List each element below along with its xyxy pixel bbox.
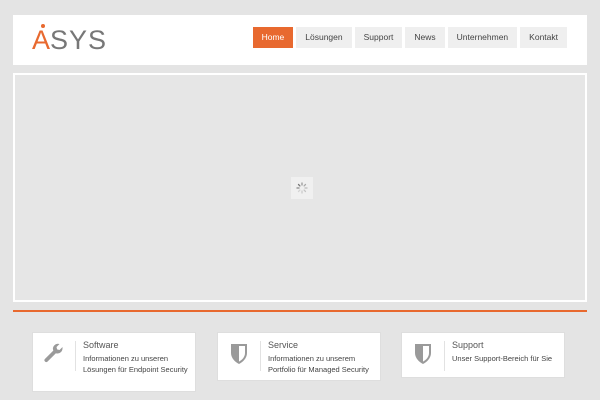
- feature-title: Support: [452, 340, 484, 350]
- main-nav: Home Lösungen Support News Unternehmen K…: [252, 27, 567, 48]
- feature-box-support[interactable]: Support Unser Support-Bereich für Sie: [401, 332, 565, 378]
- box-divider: [75, 341, 76, 371]
- box-divider: [260, 341, 261, 371]
- feature-text: Informationen zu unseren Lösungen für En…: [83, 354, 188, 374]
- wrench-icon: [41, 341, 67, 367]
- logo-text: SYS: [50, 25, 108, 55]
- accent-divider: [13, 310, 587, 312]
- nav-support[interactable]: Support: [354, 27, 403, 48]
- feature-title: Software: [83, 340, 119, 350]
- hero-slider[interactable]: [13, 73, 587, 302]
- feature-box-software[interactable]: Software Informationen zu unseren Lösung…: [32, 332, 196, 392]
- feature-box-service[interactable]: Service Informationen zu unserem Portfol…: [217, 332, 381, 381]
- feature-text: Informationen zu unserem Portfolio für M…: [268, 354, 369, 374]
- box-divider: [444, 341, 445, 371]
- logo[interactable]: A SYS: [32, 24, 107, 54]
- nav-news[interactable]: News: [405, 27, 445, 48]
- nav-kontakt[interactable]: Kontakt: [520, 27, 567, 48]
- shield-icon: [226, 341, 252, 367]
- feature-text: Unser Support-Bereich für Sie: [452, 354, 553, 363]
- nav-unternehmen[interactable]: Unternehmen: [447, 27, 518, 48]
- nav-home[interactable]: Home: [252, 27, 294, 48]
- logo-dot: [41, 24, 45, 28]
- nav-loesungen[interactable]: Lösungen: [296, 27, 352, 48]
- spinner-icon: [291, 177, 313, 199]
- feature-title: Service: [268, 340, 299, 350]
- shield-icon: [410, 341, 436, 367]
- site-header: A SYS Home Lösungen Support News Unterne…: [13, 15, 587, 65]
- logo-letter-a: A: [32, 25, 51, 55]
